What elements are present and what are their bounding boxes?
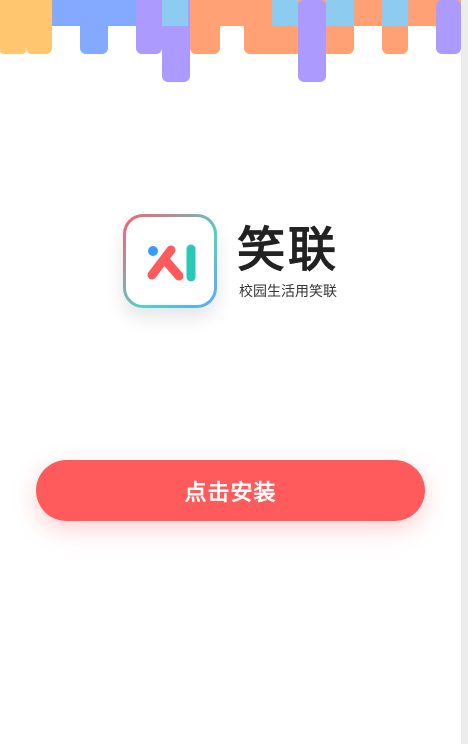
app-name: 笑联 [237, 222, 340, 278]
top-decorative-banner [0, 0, 461, 82]
scrollbar[interactable] [461, 0, 468, 744]
brand-block: 笑联 校园生活用笑联 [123, 214, 353, 314]
app-tagline: 校园生活用笑联 [239, 284, 337, 300]
xiaolian-logo-icon [123, 214, 217, 308]
install-button[interactable]: 点击安装 [36, 460, 425, 521]
